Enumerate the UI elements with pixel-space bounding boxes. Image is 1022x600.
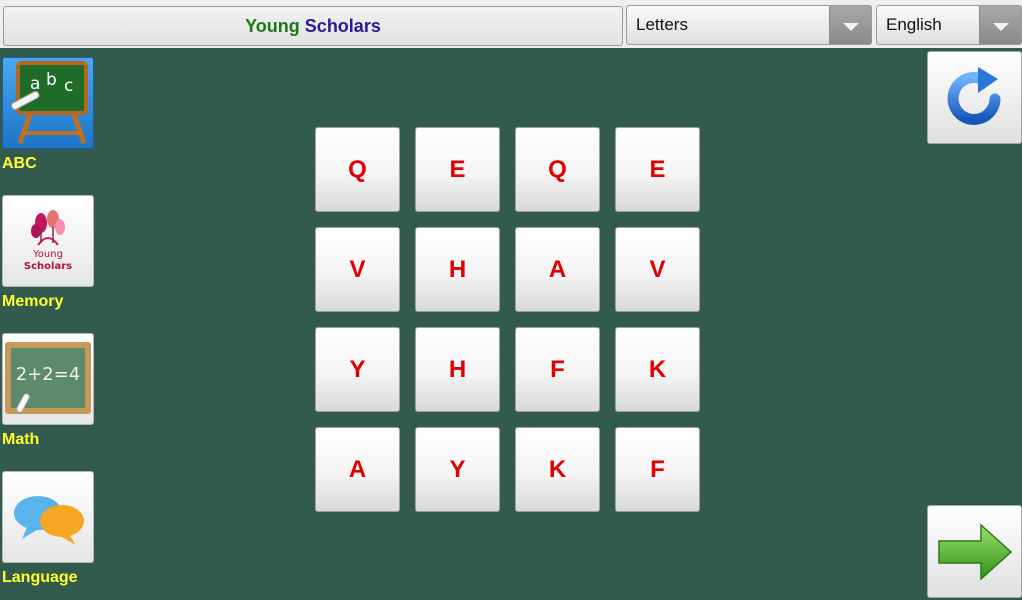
language-button[interactable]: [2, 471, 94, 563]
mode-select[interactable]: Letters: [626, 5, 872, 45]
letter-tile[interactable]: Q: [315, 127, 400, 212]
letter-tile[interactable]: A: [315, 427, 400, 512]
letter-tile[interactable]: K: [615, 327, 700, 412]
logo-text-young: Young: [32, 249, 63, 260]
top-bar: Young Scholars Letters English: [0, 0, 1022, 48]
math-slate-icon: 2+2=4: [5, 342, 91, 414]
letter-tile[interactable]: V: [315, 227, 400, 312]
sidebar-item-memory[interactable]: Young Scholars Memory: [2, 195, 94, 311]
slate-text: 2+2=4: [16, 364, 81, 385]
letter-tile[interactable]: H: [415, 327, 500, 412]
sidebar-item-label: Math: [2, 431, 40, 448]
language-select-value: English: [886, 15, 942, 34]
sidebar-item-label: ABC: [2, 155, 37, 172]
letter-tile[interactable]: F: [615, 427, 700, 512]
speech-bubbles-icon: [14, 496, 84, 545]
letter-tile[interactable]: E: [615, 127, 700, 212]
sidebar-item-language[interactable]: Language: [2, 471, 94, 587]
math-button[interactable]: 2+2=4: [2, 333, 94, 425]
logo-text-scholars: Scholars: [24, 261, 72, 272]
app-title: Young Scholars: [3, 6, 623, 46]
next-button[interactable]: [927, 505, 1022, 598]
sidebar-item-abc[interactable]: a b c ABC: [2, 57, 94, 173]
letter-tile[interactable]: Y: [315, 327, 400, 412]
svg-text:c: c: [64, 76, 73, 96]
letter-tile[interactable]: V: [615, 227, 700, 312]
letter-tile[interactable]: F: [515, 327, 600, 412]
language-select[interactable]: English: [876, 5, 1022, 45]
chevron-down-icon[interactable]: [979, 6, 1021, 44]
sidebar-item-math[interactable]: 2+2=4 Math: [2, 333, 94, 449]
memory-button[interactable]: Young Scholars: [2, 195, 94, 287]
young-scholars-logo-icon: Young Scholars: [24, 210, 72, 272]
mode-select-value: Letters: [636, 15, 688, 34]
abc-chalkboard-icon: a b c: [10, 61, 88, 144]
title-scholars: Scholars: [304, 15, 381, 36]
refresh-button[interactable]: [927, 51, 1022, 144]
letter-tile[interactable]: K: [515, 427, 600, 512]
letter-tile[interactable]: Y: [415, 427, 500, 512]
letter-tile[interactable]: E: [415, 127, 500, 212]
letter-tile[interactable]: H: [415, 227, 500, 312]
sidebar-item-label: Memory: [2, 293, 64, 310]
letter-tile[interactable]: A: [515, 227, 600, 312]
svg-text:b: b: [46, 70, 57, 90]
chevron-down-icon[interactable]: [829, 6, 871, 44]
refresh-icon: [947, 66, 1000, 125]
title-young: Young: [245, 15, 300, 36]
letter-tile[interactable]: Q: [515, 127, 600, 212]
next-arrow-icon: [937, 522, 1012, 581]
sidebar-item-label: Language: [2, 569, 78, 586]
abc-button[interactable]: a b c: [2, 57, 94, 149]
